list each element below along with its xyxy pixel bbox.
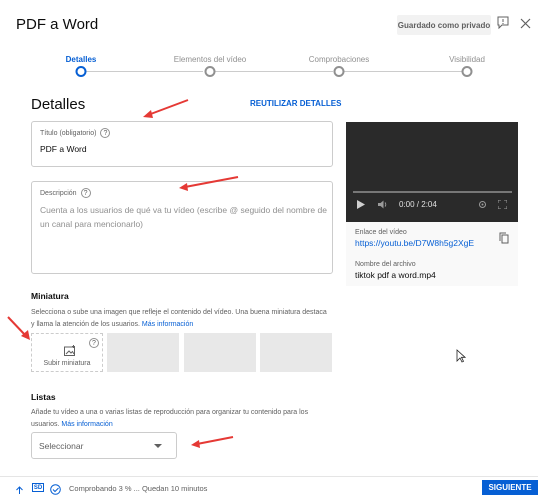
thumbnail-heading: Miniatura: [31, 291, 69, 301]
step-checks-dot[interactable]: [333, 66, 345, 77]
step-details-label[interactable]: Detalles: [66, 55, 97, 64]
description-input[interactable]: Cuenta a los usuarios de qué va tu vídeo…: [40, 203, 338, 231]
upload-status: Comprobando 3 % ... Quedan 10 minutos: [69, 484, 208, 493]
video-time: 0:00 / 2:04: [399, 200, 437, 209]
filename-label: Nombre del archivo: [355, 261, 416, 268]
step-elements-label[interactable]: Elementos del vídeo: [174, 55, 247, 64]
chevron-down-icon: [154, 444, 162, 448]
title-field[interactable]: Título (obligatorio) ? PDF a Word: [31, 121, 333, 167]
video-link-label: Enlace del vídeo: [355, 229, 407, 236]
volume-icon[interactable]: [378, 200, 389, 211]
step-checks-label[interactable]: Comprobaciones: [309, 55, 369, 64]
image-upload-icon: [64, 343, 76, 361]
step-visibility-label[interactable]: Visibilidad: [449, 55, 485, 64]
stepper-line: [215, 71, 333, 72]
page-title: PDF a Word: [16, 16, 99, 33]
play-icon[interactable]: [357, 200, 365, 211]
stepper-line: [86, 71, 203, 72]
stepper-line: [344, 71, 462, 72]
playlist-select[interactable]: Seleccionar: [31, 432, 177, 459]
thumbnail-description: Selecciona o sube una imagen que refleje…: [31, 309, 327, 328]
fullscreen-icon[interactable]: [497, 199, 508, 211]
step-visibility-dot[interactable]: [461, 66, 473, 77]
copy-icon[interactable]: [499, 231, 509, 249]
upload-thumbnail-button[interactable]: ? Subir miniatura: [31, 333, 103, 372]
filename-value: tiktok pdf a word.mp4: [355, 270, 436, 280]
lists-description: Añade tu vídeo a una o varias listas de …: [31, 409, 309, 428]
thumbnail-more-info-link[interactable]: Más información: [142, 321, 193, 328]
saved-status-badge: Guardado como privado: [397, 15, 491, 35]
playlist-select-value: Seleccionar: [39, 440, 84, 451]
sd-badge: SD: [32, 483, 44, 492]
description-field-label: Descripción: [40, 189, 77, 197]
help-icon[interactable]: ?: [89, 338, 99, 348]
video-link[interactable]: https://youtu.be/D7W8h5g2XgE: [355, 238, 474, 248]
mouse-cursor-icon: [456, 349, 467, 368]
reuse-details-button[interactable]: REUTILIZAR DETALLES: [250, 99, 341, 108]
close-icon[interactable]: [520, 16, 531, 32]
video-progress-bar[interactable]: [353, 191, 512, 193]
help-icon[interactable]: ?: [80, 188, 91, 198]
upload-icon: [15, 483, 24, 495]
description-field[interactable]: Descripción ? Cuenta a los usuarios de q…: [31, 181, 333, 274]
thumbnail-option[interactable]: [107, 333, 179, 372]
lists-heading: Listas: [31, 392, 56, 402]
thumbnail-option[interactable]: [260, 333, 332, 372]
step-details-dot[interactable]: [75, 66, 87, 77]
help-icon[interactable]: ?: [100, 128, 111, 138]
feedback-icon[interactable]: [497, 16, 509, 32]
title-input[interactable]: PDF a Word: [40, 144, 324, 154]
upload-thumbnail-label: Subir miniatura: [43, 360, 91, 367]
step-elements-dot[interactable]: [204, 66, 216, 77]
settings-icon[interactable]: [478, 200, 487, 211]
lists-more-info-link[interactable]: Más información: [61, 421, 112, 428]
thumbnail-option[interactable]: [184, 333, 256, 372]
next-button[interactable]: SIGUIENTE: [482, 480, 538, 495]
title-field-label: Título (obligatorio): [40, 129, 97, 137]
check-circle-icon: [50, 482, 61, 495]
details-heading: Detalles: [31, 96, 86, 113]
